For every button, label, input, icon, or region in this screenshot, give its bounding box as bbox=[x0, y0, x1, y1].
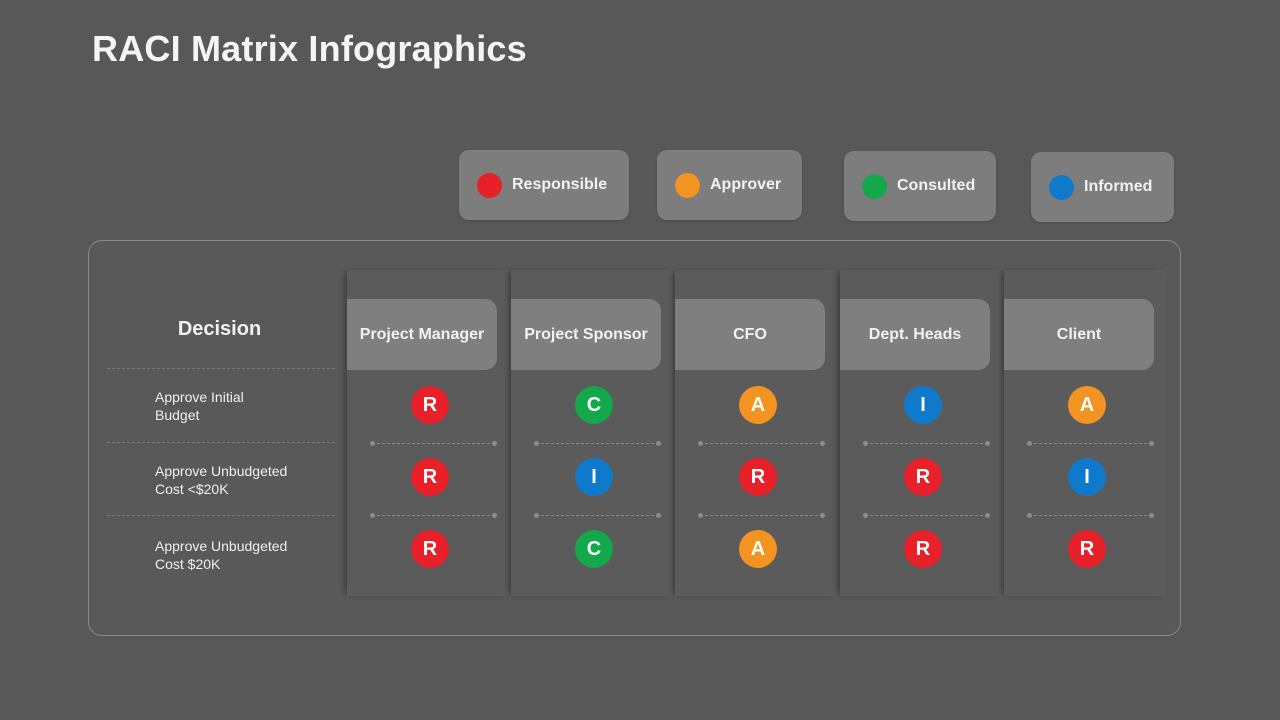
raci-badge: I bbox=[1068, 458, 1106, 496]
legend-approver: Approver bbox=[657, 150, 802, 220]
legend-responsible: Responsible bbox=[459, 150, 629, 220]
raci-badge: R bbox=[904, 458, 942, 496]
role-header: Dept. Heads bbox=[840, 299, 990, 370]
role-header: Project Manager bbox=[347, 299, 497, 370]
raci-badge: C bbox=[575, 530, 613, 568]
raci-badge: R bbox=[739, 458, 777, 496]
cell-divider bbox=[534, 441, 661, 446]
decision-label-1: Approve Initial Budget bbox=[155, 388, 325, 424]
approver-dot-icon bbox=[675, 172, 700, 198]
row-divider bbox=[107, 515, 335, 516]
raci-badge: R bbox=[1068, 530, 1106, 568]
cell-divider bbox=[1027, 441, 1154, 446]
legend-consulted: Consulted bbox=[844, 151, 996, 221]
cell-divider bbox=[370, 513, 497, 518]
raci-badge: R bbox=[411, 386, 449, 424]
cell-divider bbox=[698, 513, 825, 518]
decision-label-3: Approve Unbudgeted Cost $20K bbox=[155, 537, 325, 573]
legend-informed: Informed bbox=[1031, 152, 1174, 222]
decision-line: Budget bbox=[155, 407, 200, 423]
informed-dot-icon bbox=[1049, 174, 1074, 200]
cell-divider bbox=[698, 441, 825, 446]
raci-badge: C bbox=[575, 386, 613, 424]
decision-line: Cost $20K bbox=[155, 556, 221, 572]
cell-divider bbox=[863, 441, 990, 446]
raci-badge: R bbox=[904, 530, 942, 568]
role-header: Client bbox=[1004, 299, 1154, 370]
cell-divider bbox=[863, 513, 990, 518]
legend-label: Responsible bbox=[512, 176, 608, 193]
cell-divider bbox=[370, 441, 497, 446]
role-header: Project Sponsor bbox=[511, 299, 661, 370]
decision-label-2: Approve Unbudgeted Cost <$20K bbox=[155, 462, 325, 498]
page-title: RACI Matrix Infographics bbox=[92, 28, 527, 69]
legend-label: Informed bbox=[1084, 178, 1153, 195]
decision-line: Cost <$20K bbox=[155, 481, 229, 497]
raci-badge: A bbox=[739, 530, 777, 568]
legend-label: Approver bbox=[710, 176, 782, 193]
raci-badge: R bbox=[411, 458, 449, 496]
row-divider bbox=[107, 442, 335, 443]
raci-badge: I bbox=[575, 458, 613, 496]
legend-label: Consulted bbox=[897, 177, 976, 194]
raci-badge: A bbox=[739, 386, 777, 424]
raci-badge: R bbox=[411, 530, 449, 568]
consulted-dot-icon bbox=[862, 173, 887, 199]
row-divider bbox=[107, 368, 335, 369]
responsible-dot-icon bbox=[477, 172, 502, 198]
decision-line: Approve Unbudgeted bbox=[155, 463, 288, 479]
decision-line: Approve Unbudgeted bbox=[155, 538, 288, 554]
cell-divider bbox=[534, 513, 661, 518]
decision-line: Approve Initial bbox=[155, 389, 244, 405]
raci-badge: I bbox=[904, 386, 942, 424]
cell-divider bbox=[1027, 513, 1154, 518]
raci-badge: A bbox=[1068, 386, 1106, 424]
decision-header: Decision bbox=[177, 318, 262, 340]
role-header: CFO bbox=[675, 299, 825, 370]
